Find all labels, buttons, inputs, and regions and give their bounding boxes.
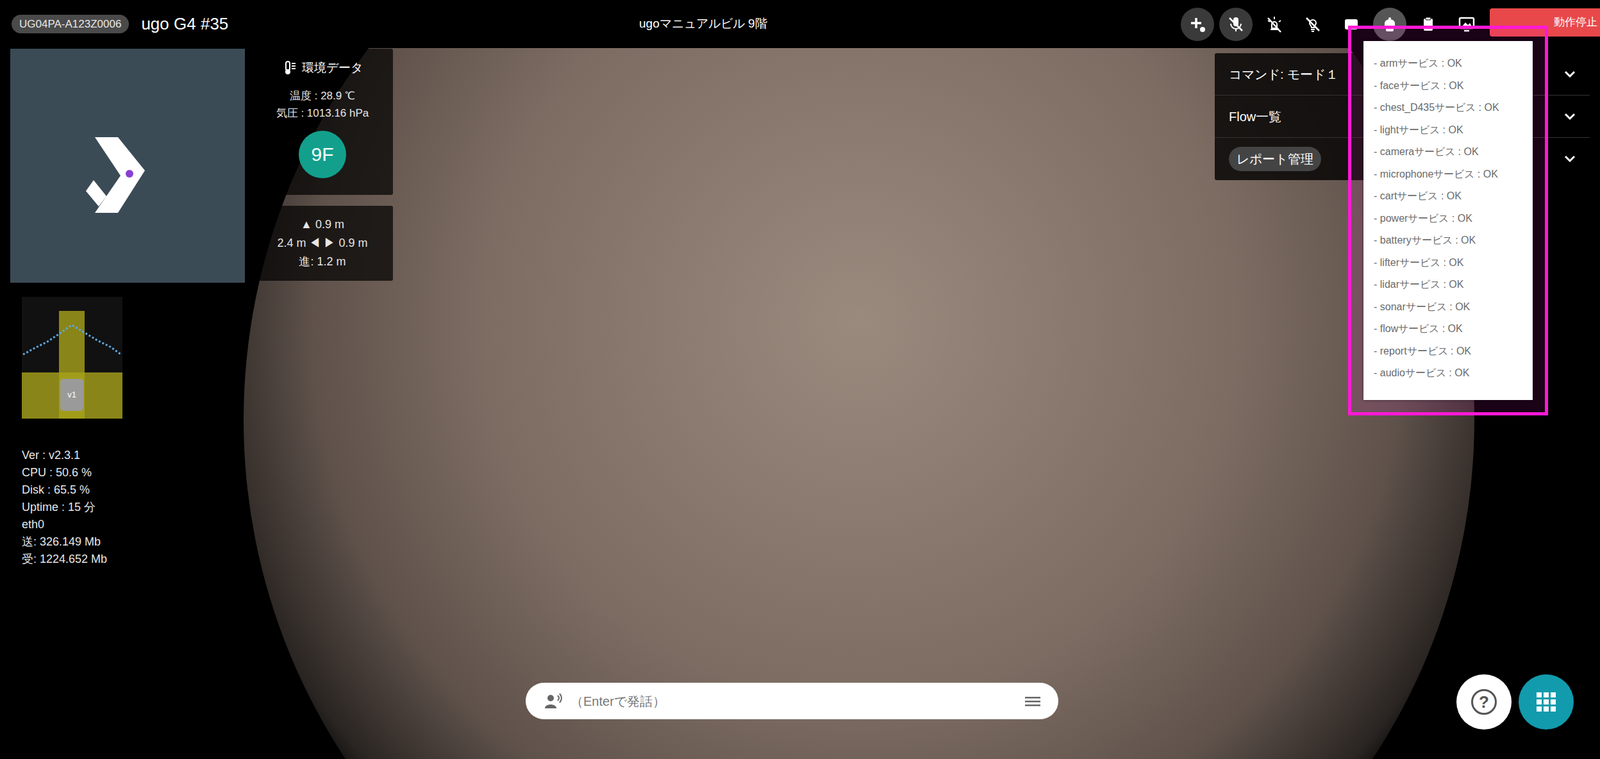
service-status: - audioサービス : OK bbox=[1373, 362, 1533, 385]
service-status: - chest_D435サービス : OK bbox=[1373, 96, 1533, 120]
service-status: - lidarサービス : OK bbox=[1373, 273, 1533, 297]
menu-icon[interactable] bbox=[1025, 694, 1041, 708]
forward-distance: 進: 1.2 m bbox=[298, 253, 346, 271]
environment-panel: 環境データ 温度 : 28.9 ℃ 気圧 : 1013.16 hPa 9F bbox=[251, 48, 393, 195]
bulb-off-button[interactable] bbox=[1296, 7, 1330, 42]
robot-console: UG04PA-A123Z0006 ugo G4 #35 ugoマニュアルビル 9… bbox=[0, 0, 1600, 759]
distance-panel: ▲ 0.9 m 2.4 m ◀ ▶ 0.9 m 進: 1.2 m bbox=[251, 205, 393, 281]
add-icon bbox=[1188, 15, 1207, 34]
stat-line: Uptime : 15 分 bbox=[21, 498, 108, 517]
speech-input[interactable] bbox=[525, 682, 1059, 720]
sensor-widget: v1 bbox=[21, 296, 123, 419]
light-off-icon bbox=[1265, 15, 1284, 34]
pressure: 気圧 : 1013.16 hPa bbox=[276, 105, 370, 122]
map-panel[interactable] bbox=[10, 48, 245, 283]
stat-line: Ver : v2.3.1 bbox=[21, 446, 108, 465]
location-label: ugoマニュアルビル 9階 bbox=[639, 14, 768, 34]
system-stats: Ver : v2.3.1CPU : 50.6 %Disk : 65.5 %Upt… bbox=[21, 446, 108, 568]
map-path-icon bbox=[10, 48, 245, 283]
stat-line: eth0 bbox=[21, 516, 108, 534]
service-status: - lifterサービス : OK bbox=[1373, 251, 1533, 275]
label: 9F bbox=[310, 139, 334, 169]
add-button[interactable] bbox=[1180, 7, 1215, 42]
service-status: - cameraサービス : OK bbox=[1373, 141, 1533, 164]
environment-title: 環境データ bbox=[301, 58, 363, 78]
service-status: - flowサービス : OK bbox=[1373, 317, 1533, 341]
speaker-person-icon bbox=[543, 692, 563, 710]
thermometer-icon bbox=[282, 60, 297, 76]
services-list: - armサービス : OK- faceサービス : OK- chest_D43… bbox=[1363, 41, 1533, 400]
light-off-button[interactable] bbox=[1257, 7, 1292, 42]
label: コマンド: モード１ bbox=[1228, 64, 1339, 84]
service-status: - microphoneサービス : OK bbox=[1373, 163, 1533, 186]
mic-off-icon bbox=[1226, 15, 1245, 34]
floor-badge: 9F bbox=[298, 130, 347, 179]
stat-line: 送: 326.149 Mb bbox=[21, 533, 108, 551]
service-status: - batteryサービス : OK bbox=[1373, 229, 1533, 252]
stat-line: CPU : 50.6 % bbox=[21, 464, 108, 482]
label: レポート管理 bbox=[1228, 146, 1322, 172]
speech-text-field[interactable] bbox=[570, 691, 1018, 711]
apps-button[interactable] bbox=[1518, 674, 1574, 730]
service-status: - armサービス : OK bbox=[1373, 52, 1533, 75]
robot-name: ugo G4 #35 bbox=[141, 11, 229, 37]
label: v1 bbox=[67, 388, 77, 402]
services-popup: - armサービス : OK- faceサービス : OK- chest_D43… bbox=[1348, 25, 1549, 416]
side-distances: 2.4 m ◀ ▶ 0.9 m bbox=[276, 234, 368, 252]
stat-line: Disk : 65.5 % bbox=[21, 481, 108, 499]
service-status: - reportサービス : OK bbox=[1373, 340, 1533, 363]
chevron-icon[interactable] bbox=[1564, 155, 1576, 163]
service-status: - cartサービス : OK bbox=[1373, 185, 1533, 208]
label: ? bbox=[1471, 689, 1497, 715]
label: 動作停止 bbox=[1553, 14, 1598, 31]
label: Flow一覧 bbox=[1228, 107, 1282, 127]
service-status: - sonarサービス : OK bbox=[1373, 296, 1533, 319]
stat-line: 受: 1224.652 Mb bbox=[21, 550, 108, 568]
help-button[interactable]: ? bbox=[1456, 674, 1512, 730]
robot-id-badge: UG04PA-A123Z0006 bbox=[11, 14, 129, 34]
service-status: - faceサービス : OK bbox=[1373, 75, 1533, 98]
chevron-icon[interactable] bbox=[1564, 112, 1576, 121]
bulb-off-icon bbox=[1303, 15, 1322, 34]
service-status: - lightサービス : OK bbox=[1373, 119, 1533, 142]
grid-icon bbox=[1536, 692, 1556, 712]
front-distance: ▲ 0.9 m bbox=[300, 216, 345, 234]
chevron-icon[interactable] bbox=[1564, 70, 1576, 79]
mic-off-button[interactable] bbox=[1219, 7, 1253, 42]
temperature: 温度 : 28.9 ℃ bbox=[289, 87, 356, 105]
sensor-version-badge: v1 bbox=[60, 378, 84, 411]
service-status: - powerサービス : OK bbox=[1373, 207, 1533, 231]
